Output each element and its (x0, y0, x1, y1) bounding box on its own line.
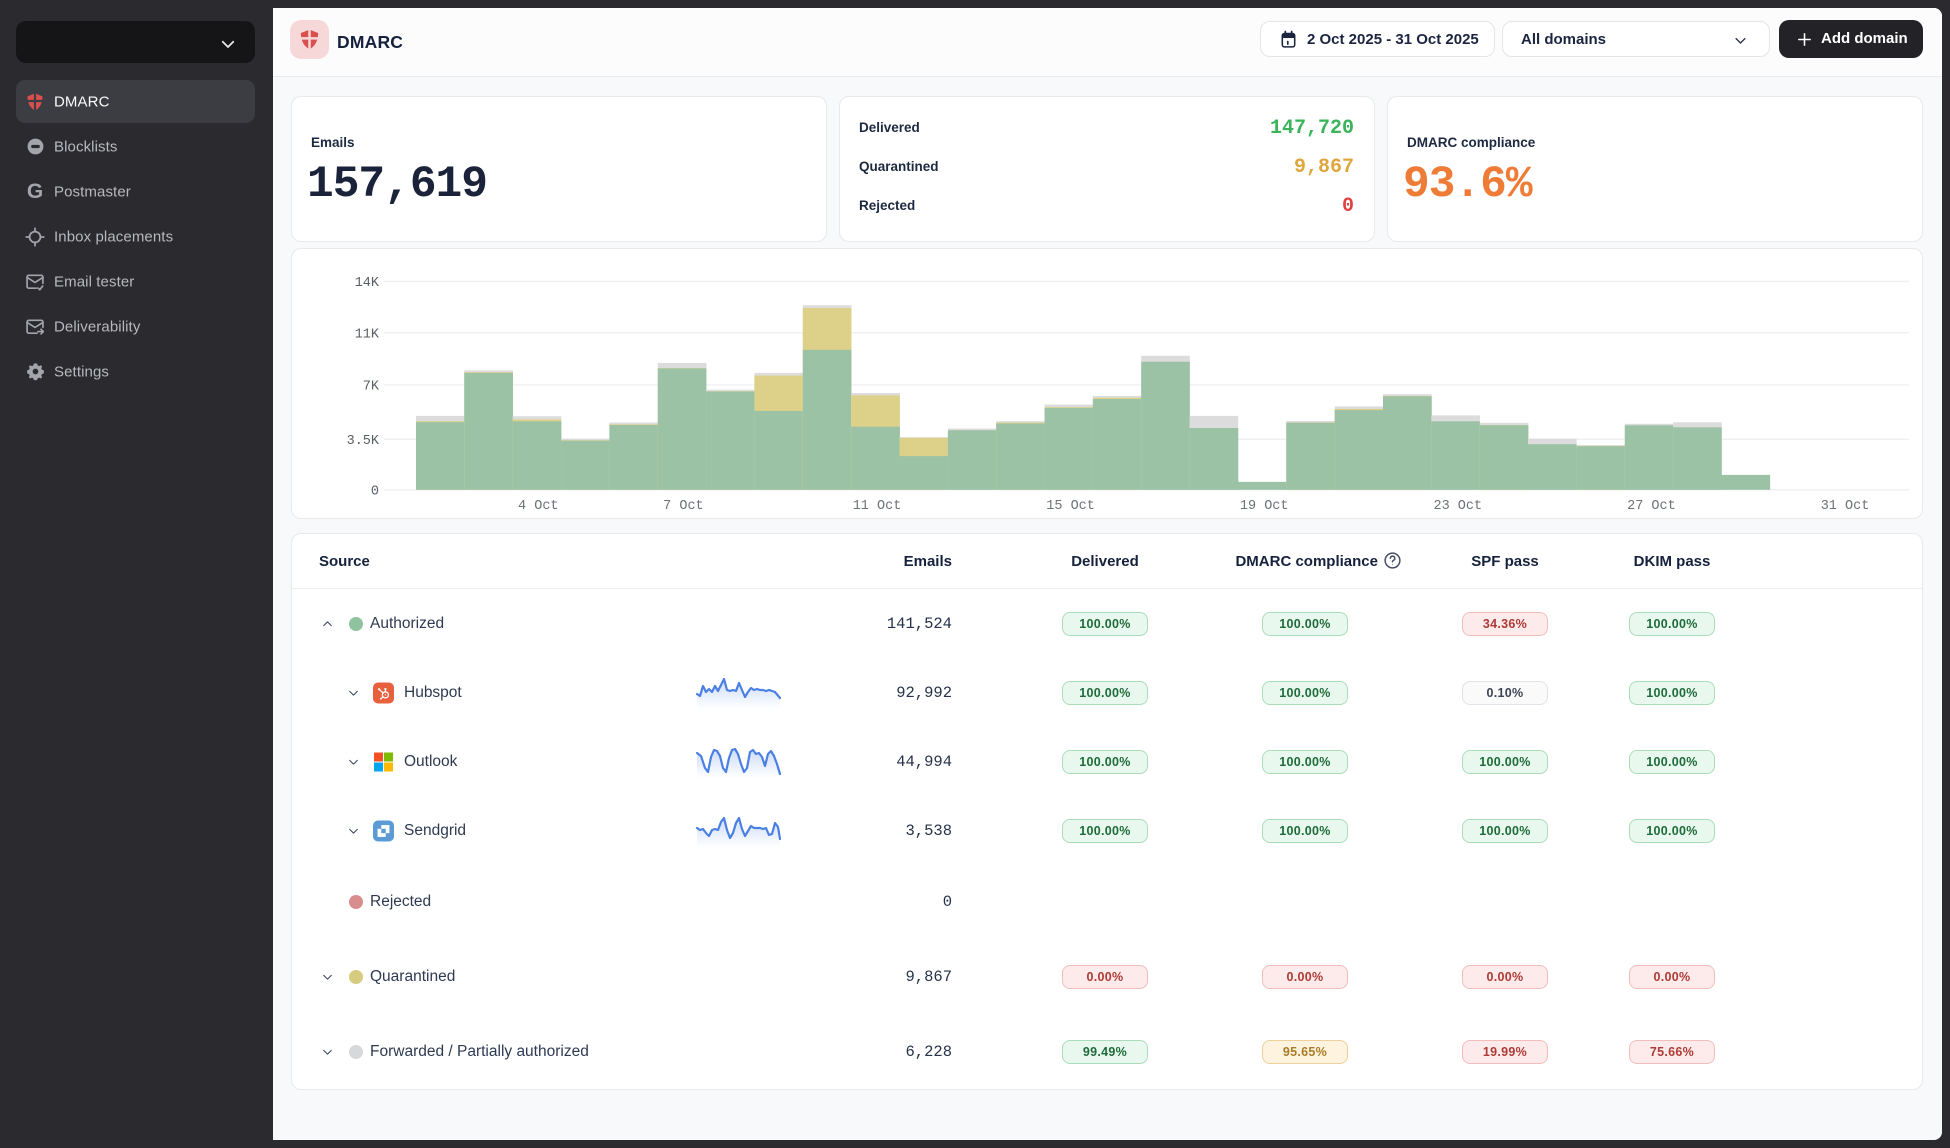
svg-text:7 Oct: 7 Oct (663, 499, 704, 514)
svg-text:0: 0 (371, 485, 379, 500)
svg-text:11 Oct: 11 Oct (853, 499, 902, 514)
svg-text:7K: 7K (363, 380, 380, 395)
svg-text:3.5K: 3.5K (347, 434, 380, 449)
svg-text:11K: 11K (355, 328, 380, 343)
svg-text:31 Oct: 31 Oct (1821, 499, 1870, 514)
svg-text:14K: 14K (355, 276, 380, 291)
svg-text:27 Oct: 27 Oct (1627, 499, 1676, 514)
svg-text:4 Oct: 4 Oct (518, 499, 559, 514)
svg-text:23 Oct: 23 Oct (1433, 499, 1482, 514)
svg-text:15 Oct: 15 Oct (1046, 499, 1095, 514)
svg-text:19 Oct: 19 Oct (1240, 499, 1289, 514)
